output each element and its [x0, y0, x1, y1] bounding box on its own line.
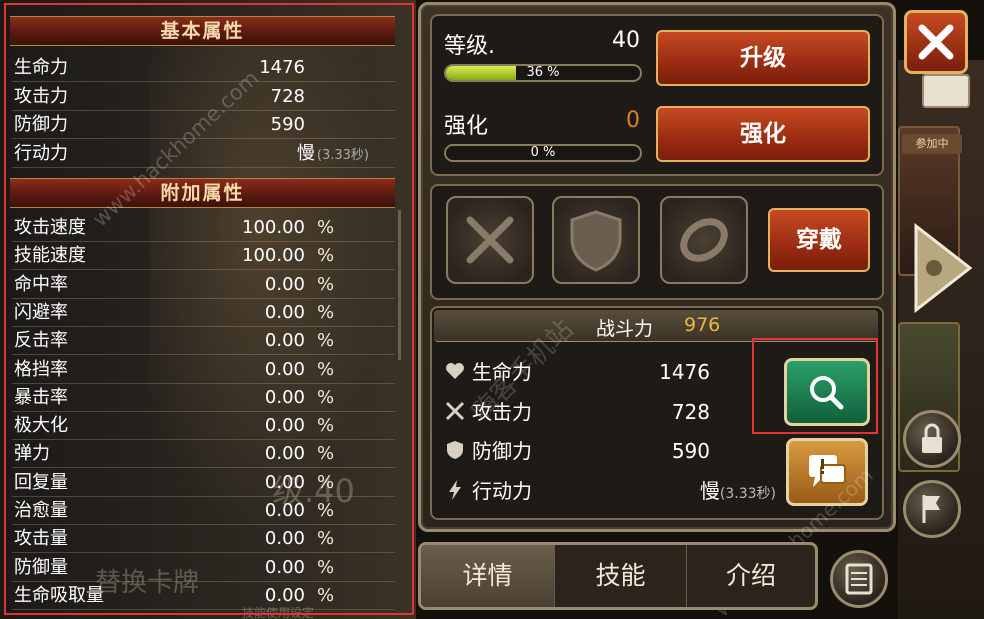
combat-stat-row: 行动力	[444, 477, 532, 505]
combat-stat-value: 728	[672, 398, 710, 426]
combat-stat-label: 攻击力	[472, 399, 532, 424]
lock-icon	[922, 423, 942, 453]
combat-stat-label: 行动力	[472, 478, 532, 503]
enhance-progress-bar: 0 %	[444, 144, 642, 162]
enhance-progress-text: 0 %	[530, 145, 556, 160]
shield-icon	[570, 210, 622, 272]
combat-stat-label: 生命力	[472, 360, 532, 384]
combat-stat-value-sub: (3.33秒)	[719, 485, 776, 502]
combat-stat-value-text: 慢	[699, 478, 720, 503]
combat-stat-value: 慢(3.33秒)	[700, 477, 776, 505]
book-icon[interactable]	[922, 74, 970, 108]
heart-icon	[444, 360, 466, 382]
combat-power-label: 战斗力	[596, 318, 654, 340]
card-list-button[interactable]	[830, 550, 888, 608]
level-label: 等级.	[444, 34, 495, 59]
enhance-value: 0	[626, 108, 640, 133]
combat-stat-value-text: 1476	[659, 360, 710, 384]
combat-stat-value-text: 728	[671, 399, 710, 424]
arrow-right-icon	[914, 222, 973, 314]
combat-stat-row: 攻击力	[444, 398, 532, 426]
close-icon	[918, 24, 954, 60]
weapon-slot[interactable]	[446, 196, 534, 284]
combat-stat-row: 防御力	[444, 437, 532, 465]
lock-button[interactable]	[903, 410, 961, 468]
combat-stat-row: 生命力	[444, 358, 532, 386]
close-button[interactable]	[904, 10, 968, 74]
shield-icon	[444, 439, 466, 461]
combat-stat-value: 1476	[659, 358, 710, 386]
combat-stat-label: 防御力	[472, 439, 532, 463]
level-progress-text: 36 %	[526, 65, 560, 80]
enhance-button[interactable]: 强化	[656, 106, 870, 162]
accessory-slot[interactable]	[660, 196, 748, 284]
armor-slot[interactable]	[552, 196, 640, 284]
sword-icon	[466, 216, 514, 264]
tab-introduction[interactable]: 介绍	[687, 545, 815, 607]
combat-stat-value-text: 590	[671, 439, 710, 463]
highlight-box-attributes	[4, 3, 414, 615]
participating-badge: 参加中	[902, 134, 962, 154]
equip-button[interactable]: 穿戴	[768, 208, 870, 272]
flag-button[interactable]	[903, 480, 961, 538]
level-progress-bar: 36 %	[444, 64, 642, 82]
combat-stat-value: 590	[672, 437, 710, 465]
ring-icon	[680, 218, 728, 262]
crossed-swords-icon	[444, 400, 466, 422]
highlight-box-search	[752, 338, 878, 434]
card-list-icon	[845, 563, 873, 595]
tab-details[interactable]: 详情	[421, 545, 555, 607]
tab-bar: 详情 技能 介绍	[418, 542, 818, 610]
next-card-button[interactable]	[912, 222, 974, 314]
level-up-button[interactable]: 升级	[656, 30, 870, 86]
flag-icon	[922, 495, 940, 523]
combat-power-value: 976	[684, 314, 721, 336]
tab-skills[interactable]: 技能	[555, 545, 687, 607]
level-value: 40	[612, 28, 640, 53]
enhance-label: 强化	[444, 114, 489, 139]
lightning-icon	[444, 479, 466, 501]
